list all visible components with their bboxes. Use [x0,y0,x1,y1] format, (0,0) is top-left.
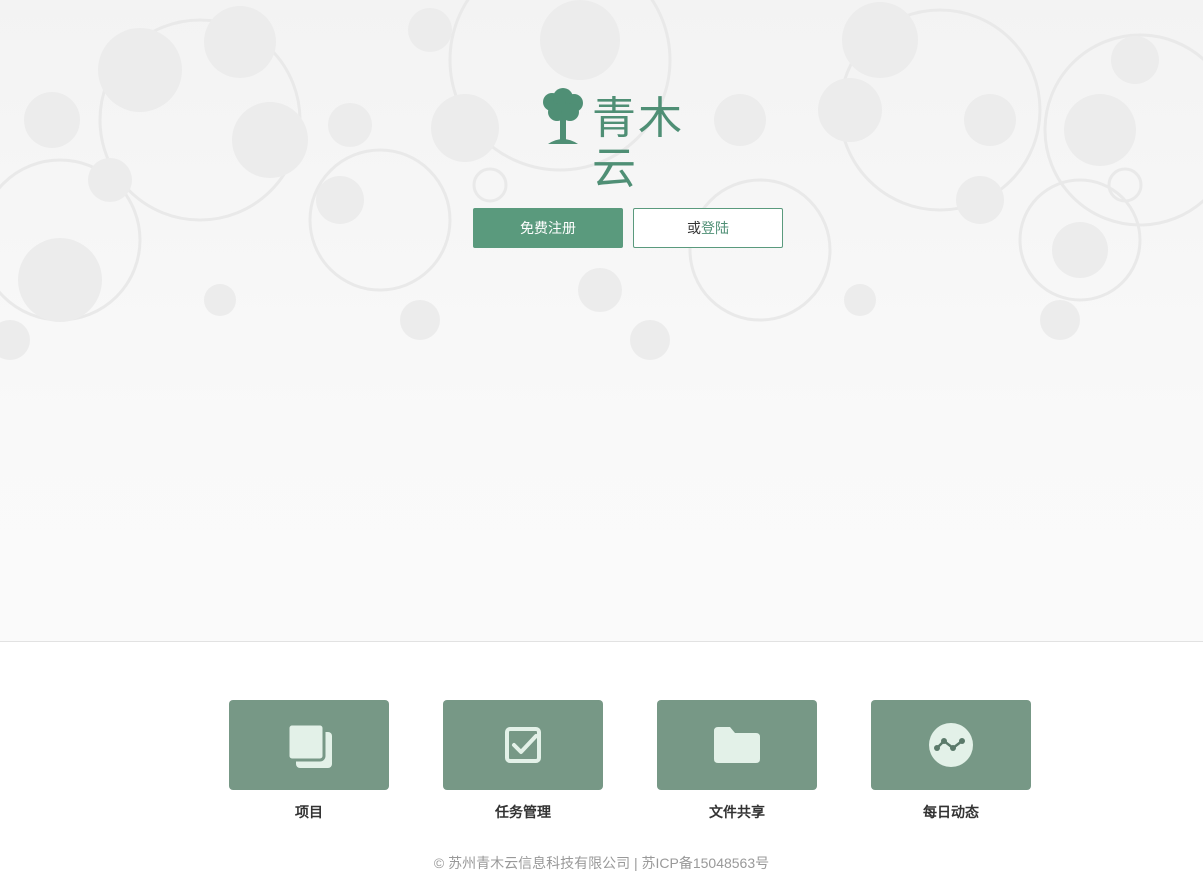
stacked-pages-icon [286,722,332,768]
login-button[interactable]: 或登陆 [633,208,783,248]
feature-card[interactable] [229,700,389,790]
background-doodle-pattern [0,0,1203,360]
feature-label: 文件共享 [709,804,765,820]
checkbox-icon [505,727,541,763]
feature-tasks[interactable]: 任务管理 [443,700,603,822]
brand-name: 青木云 [592,93,684,194]
feature-activity[interactable]: 每日动态 [871,700,1031,822]
brand-logo: 青木云 [540,88,722,194]
register-button[interactable]: 免费注册 [473,208,623,248]
feature-projects[interactable]: 项目 [229,700,389,822]
folder-icon [714,727,760,763]
tree-icon [543,88,583,144]
feature-files[interactable]: 文件共享 [657,700,817,822]
feature-label: 项目 [295,804,323,820]
feature-card[interactable] [871,700,1031,790]
login-link[interactable]: 登陆 [701,220,729,236]
activity-icon [929,723,973,767]
feature-label: 任务管理 [495,804,551,820]
login-prefix: 或 [687,220,701,236]
feature-card[interactable] [443,700,603,790]
hero-banner: 青木云 免费注册 或登陆 [0,0,1203,642]
feature-card[interactable] [657,700,817,790]
feature-list: 项目 任务管理 文件共享 每日动态 [0,700,1203,830]
footer-copyright: © 苏州青木云信息科技有限公司 | 苏ICP备15048563号 [433,855,770,871]
feature-label: 每日动态 [923,804,979,820]
